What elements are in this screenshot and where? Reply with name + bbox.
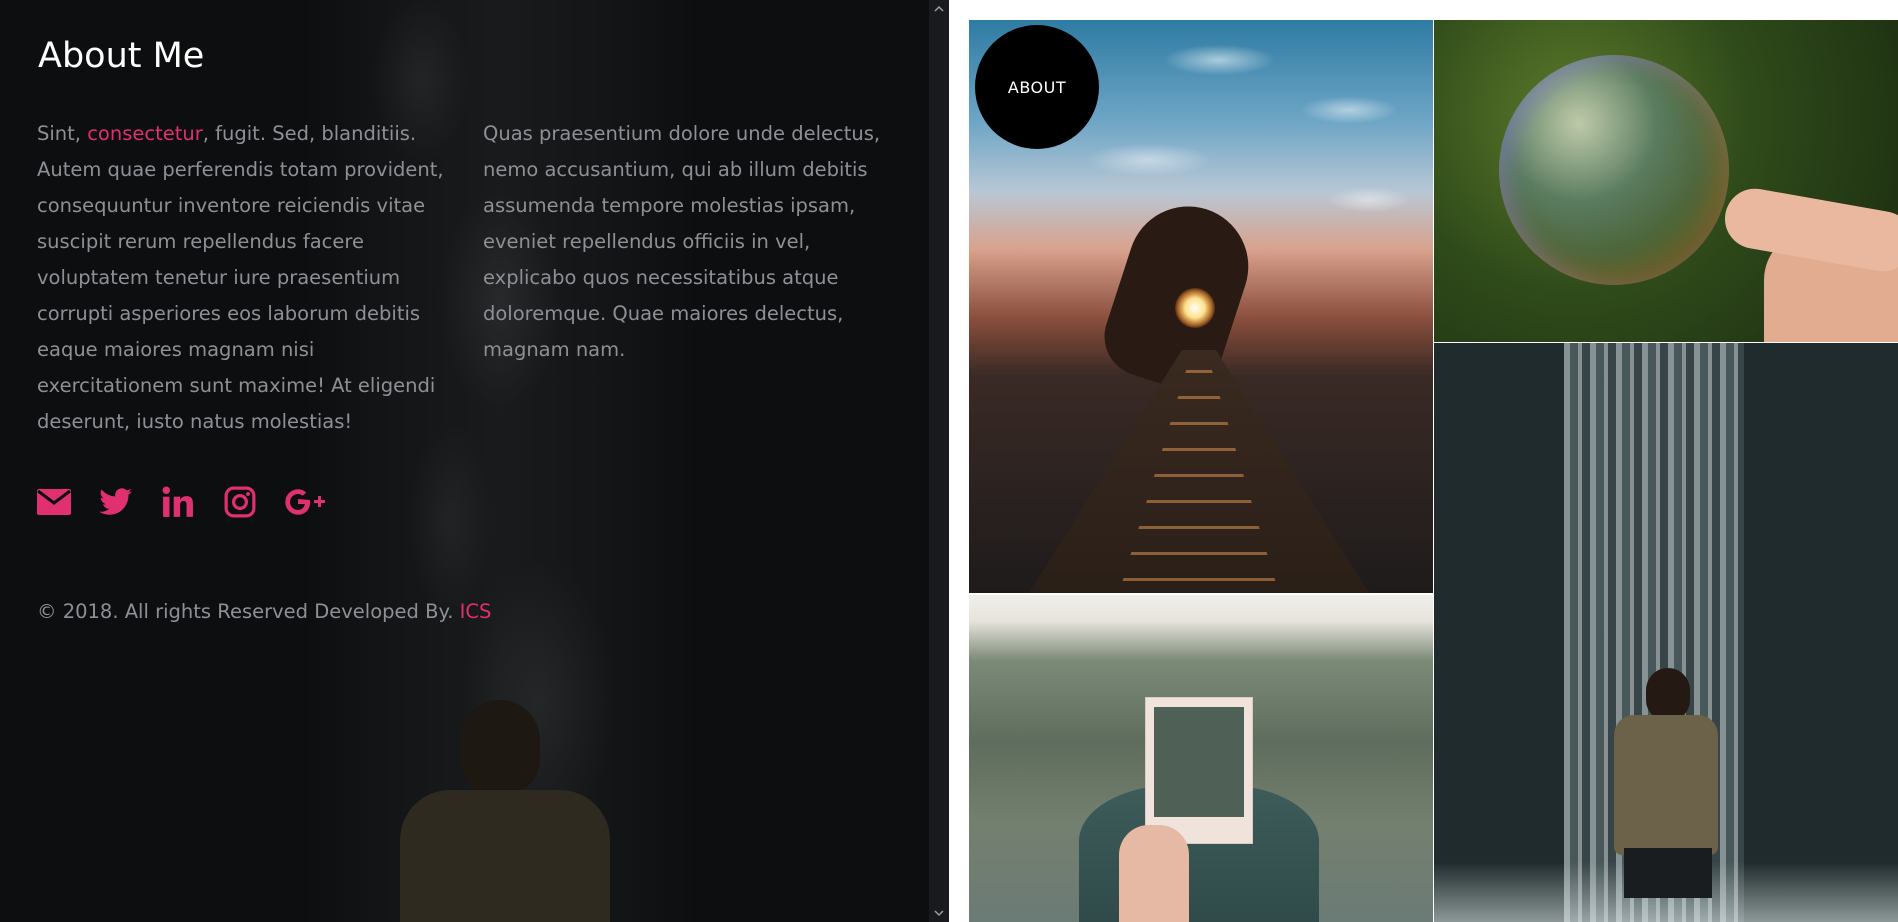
gallery-image-waterfall bbox=[1434, 343, 1898, 922]
man-shorts bbox=[1624, 848, 1712, 898]
about-badge[interactable]: ABOUT bbox=[975, 25, 1099, 149]
google-plus-icon[interactable] bbox=[285, 486, 329, 518]
social-links bbox=[37, 486, 329, 518]
hand bbox=[1119, 825, 1189, 922]
about-text-rest: , fugit. Sed, blanditiis. Autem quae per… bbox=[37, 122, 444, 433]
person-head bbox=[460, 700, 540, 795]
scrollbar[interactable] bbox=[929, 0, 949, 922]
person-shirt bbox=[400, 790, 610, 922]
envelope-icon[interactable] bbox=[37, 486, 71, 518]
polaroid-window bbox=[1154, 707, 1244, 817]
linkedin-icon[interactable] bbox=[161, 486, 195, 518]
instagram-icon[interactable] bbox=[223, 486, 257, 518]
sun-flare bbox=[1175, 288, 1215, 328]
about-text-start: Sint, bbox=[37, 122, 88, 145]
about-column-2: Quas praesentium dolore unde delectus, n… bbox=[483, 122, 881, 361]
man-head bbox=[1646, 668, 1690, 722]
man-shirt bbox=[1614, 715, 1718, 855]
gallery-image-polaroid-canyon bbox=[969, 595, 1433, 922]
soap-bubble bbox=[1499, 55, 1729, 285]
about-panel: About Me Sint, consectetur, fugit. Sed, … bbox=[0, 0, 929, 922]
footer-text: © 2018. All rights Reserved Developed By… bbox=[37, 600, 460, 623]
scroll-up-icon[interactable] bbox=[933, 4, 945, 14]
page-title: About Me bbox=[38, 36, 205, 76]
about-column-1: Sint, consectetur, fugit. Sed, blanditii… bbox=[37, 116, 447, 440]
gallery-image-bubble bbox=[1434, 20, 1898, 342]
background-person bbox=[400, 700, 620, 922]
footer: © 2018. All rights Reserved Developed By… bbox=[37, 600, 491, 623]
twitter-icon[interactable] bbox=[99, 486, 133, 518]
footer-link-ics[interactable]: ICS bbox=[460, 600, 492, 623]
polaroid-frame bbox=[1146, 698, 1252, 843]
consectetur-link[interactable]: consectetur bbox=[87, 122, 203, 145]
scroll-down-icon[interactable] bbox=[933, 908, 945, 918]
